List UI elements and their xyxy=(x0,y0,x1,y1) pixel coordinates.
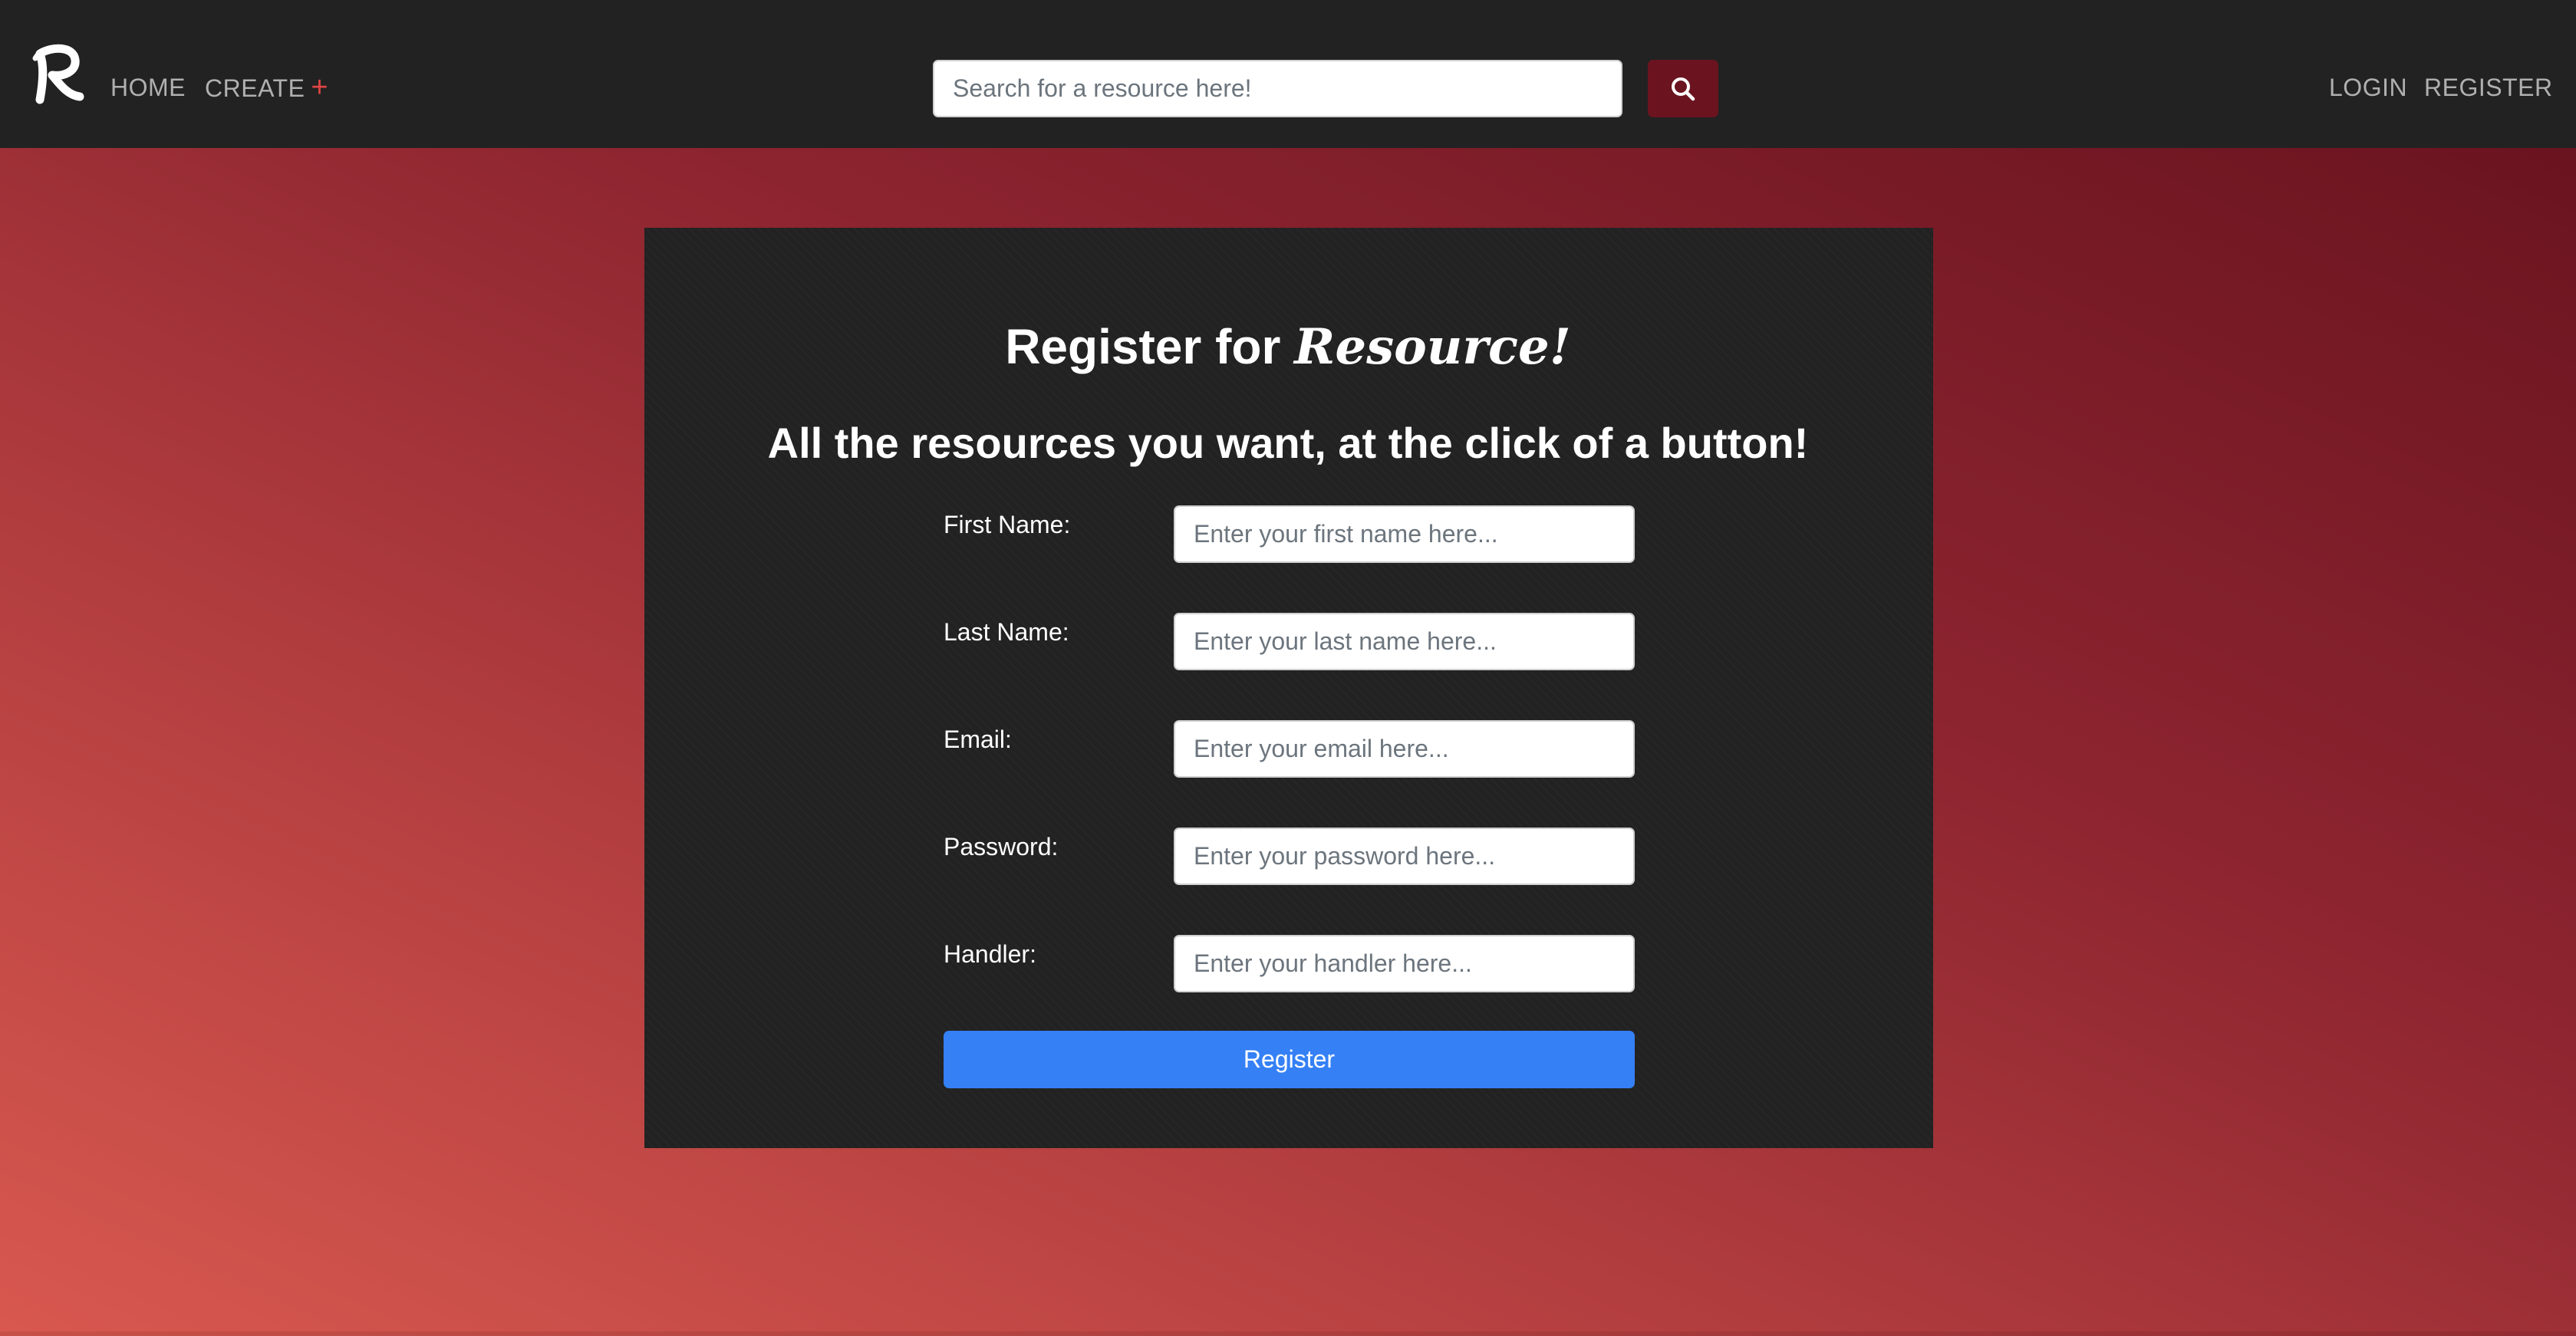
magnifier-search-icon xyxy=(1672,77,1695,100)
password-label: Password: xyxy=(944,833,1059,861)
last-name-label: Last Name: xyxy=(944,618,1069,646)
nav-register-link[interactable]: REGISTER xyxy=(2424,72,2553,103)
last-name-field[interactable] xyxy=(1174,613,1635,670)
first-name-field[interactable] xyxy=(1174,505,1635,563)
search-input[interactable] xyxy=(933,60,1622,117)
first-name-label: First Name: xyxy=(944,511,1071,538)
page-title: Register for Resource! xyxy=(0,316,2576,378)
top-navbar: HOME CREATE+ LOGIN REGISTER xyxy=(0,0,2576,148)
password-field[interactable] xyxy=(1174,828,1635,885)
resource-logo-r-icon[interactable] xyxy=(29,40,87,109)
register-page: HOME CREATE+ LOGIN REGISTER Register for… xyxy=(0,0,2576,1336)
handler-field[interactable] xyxy=(1174,935,1635,992)
plus-icon: + xyxy=(311,71,329,104)
register-submit-button[interactable]: Register xyxy=(944,1031,1635,1088)
page-subtitle: All the resources you want, at the click… xyxy=(767,419,1809,467)
nav-create-link[interactable]: CREATE + xyxy=(205,72,328,104)
title-brand-name: Resource! xyxy=(1294,318,1571,376)
email-field[interactable] xyxy=(1174,720,1635,778)
nav-create-label: CREATE xyxy=(205,74,305,102)
title-prefix: Register for xyxy=(1005,319,1281,374)
handler-label: Handler: xyxy=(944,940,1036,968)
nav-home-link[interactable]: HOME xyxy=(110,72,186,103)
search-button[interactable] xyxy=(1648,60,1718,117)
email-label: Email: xyxy=(944,726,1012,753)
nav-login-link[interactable]: LOGIN xyxy=(2329,72,2407,103)
